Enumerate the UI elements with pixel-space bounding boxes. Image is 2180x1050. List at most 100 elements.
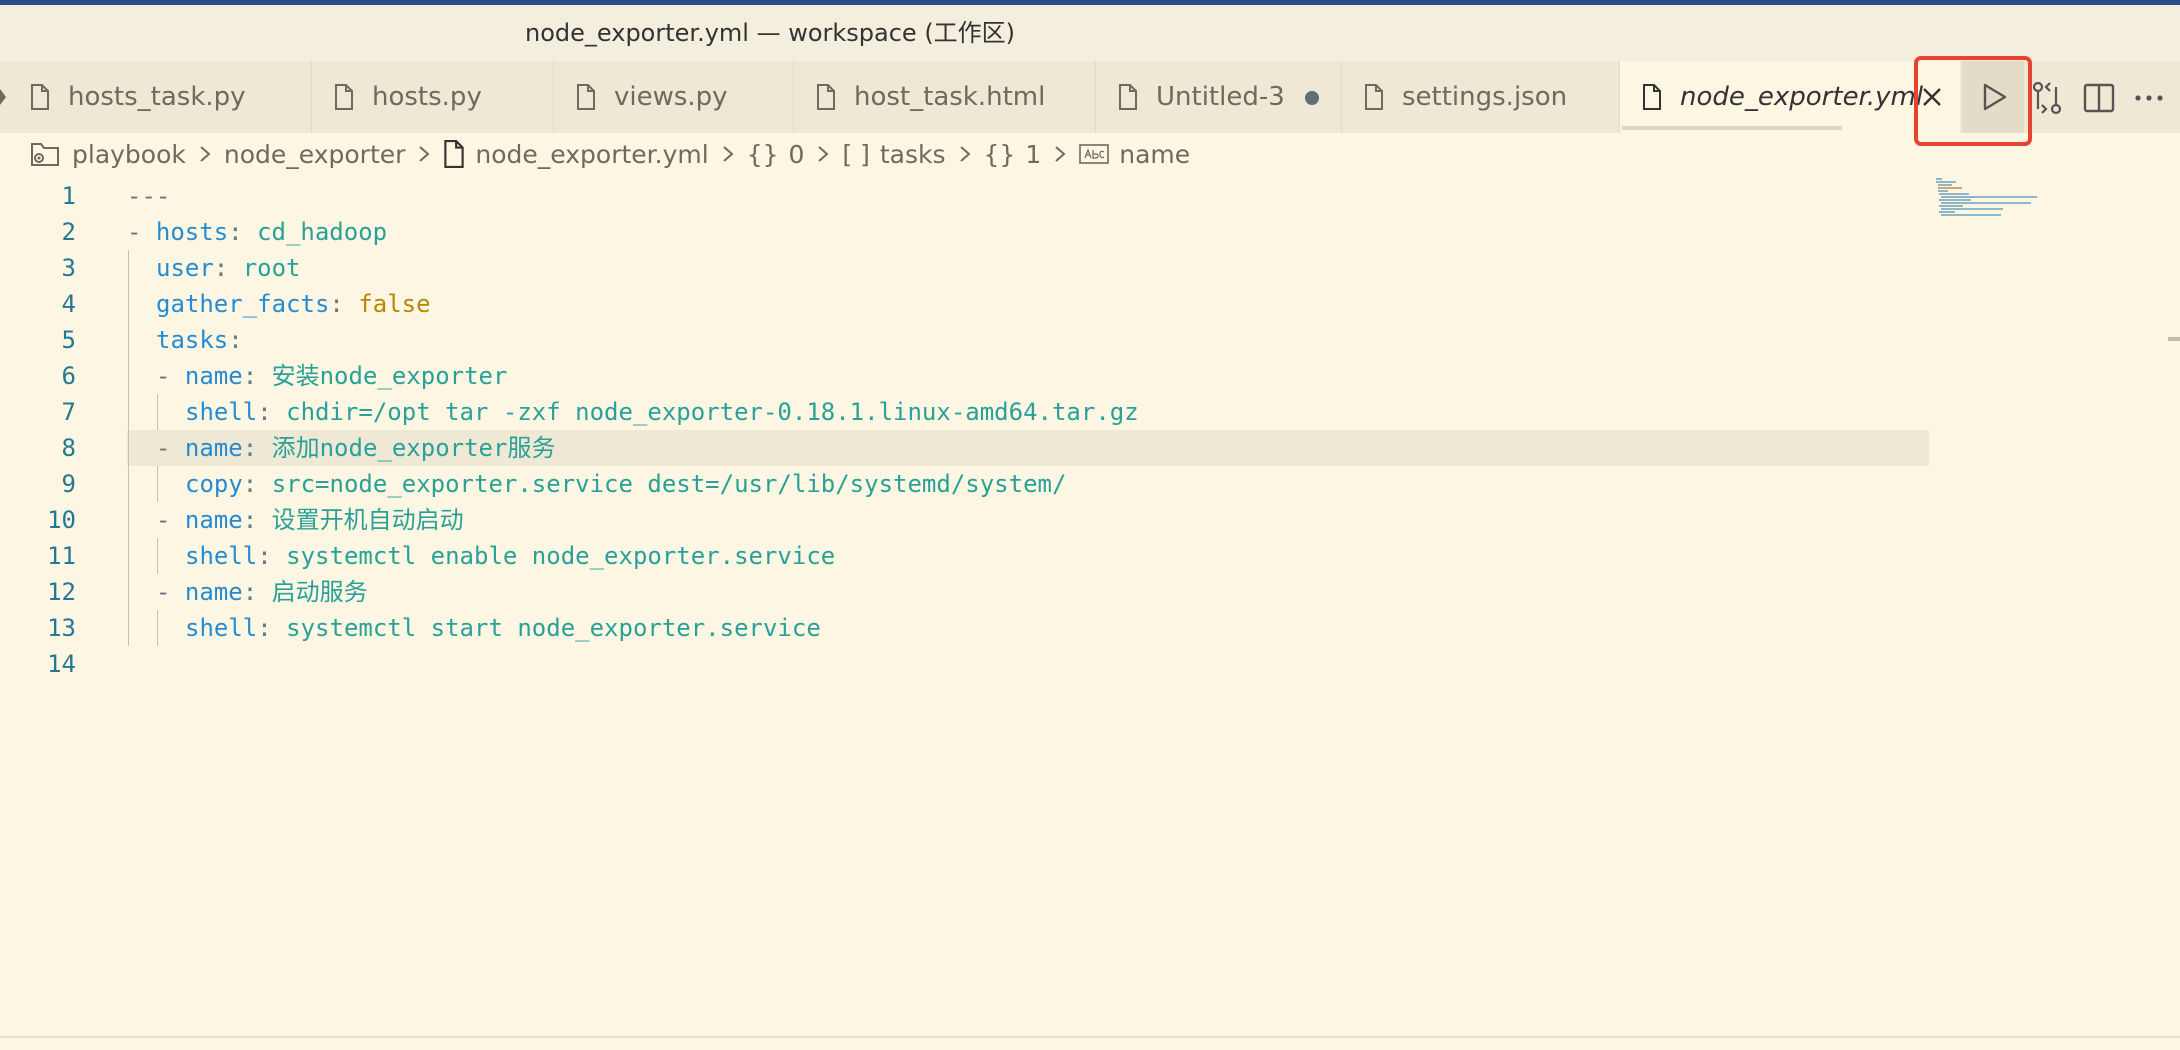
breadcrumb-item-object-0[interactable]: {} 0	[747, 140, 805, 169]
minimap-line	[1939, 193, 1969, 195]
breadcrumb-label: 0	[788, 139, 805, 169]
file-icon	[31, 84, 49, 110]
breadcrumb-item-name[interactable]: name	[1079, 140, 1190, 169]
active-tab-scroll-indicator	[1622, 126, 1842, 130]
split-editor-icon[interactable]	[2080, 79, 2118, 117]
chevron-right-icon	[419, 146, 430, 162]
chevron-right-icon	[723, 146, 734, 162]
file-icon	[335, 84, 353, 110]
file-icon	[444, 140, 465, 168]
minimap-line	[1936, 181, 1956, 183]
code-line: 6 - name: 安装node_exporter	[0, 358, 1930, 394]
minimap-line	[1941, 208, 2003, 210]
code-text: - name: 添加node_exporter服务	[156, 434, 556, 462]
tab-scroll-edge	[0, 61, 6, 133]
breadcrumb-file-label: node_exporter.yml	[475, 139, 709, 169]
tab-views-py[interactable]: views.py	[554, 61, 794, 133]
minimap-line	[1936, 178, 1942, 180]
line-number: 5	[61, 326, 76, 354]
tab-label: host_task.html	[854, 82, 1046, 112]
bottom-divider	[0, 1036, 2180, 1038]
code-text: shell: systemctl enable node_exporter.se…	[185, 542, 836, 570]
code-text: - name: 设置开机自动启动	[156, 506, 464, 534]
code-line-current: 8 - name: 添加node_exporter服务	[0, 430, 1930, 466]
line-number: 3	[61, 254, 76, 282]
unsaved-dot-icon	[1305, 91, 1319, 105]
code-editor[interactable]: 1 --- 2 - hosts: cd_hadoop 3 user: root …	[0, 178, 2180, 1038]
chevron-right-icon	[818, 146, 829, 162]
minimap-line	[1941, 214, 2001, 216]
line-number: 2	[61, 218, 76, 246]
file-icon	[1365, 84, 1383, 110]
more-actions-icon[interactable]	[2130, 79, 2168, 117]
tab-untitled-3[interactable]: Untitled-3	[1096, 61, 1342, 133]
object-icon: {}	[746, 139, 779, 169]
code-line: 14	[0, 646, 1930, 682]
code-text: - name: 启动服务	[156, 578, 368, 606]
breadcrumb-label: 1	[1025, 139, 1042, 169]
code-line: 13 shell: systemctl start node_exporter.…	[0, 610, 1930, 646]
tab-node-exporter-yml[interactable]: node_exporter.yml	[1620, 61, 1960, 133]
title-bar: node_exporter.yml — workspace (工作区)	[0, 5, 2180, 61]
breadcrumb-item-node-exporter[interactable]: node_exporter	[224, 140, 406, 169]
indent-guide	[157, 466, 158, 502]
minimap-line	[1939, 205, 1963, 207]
breadcrumb-label: tasks	[879, 139, 946, 169]
code-line: 7 shell: chdir=/opt tar -zxf node_export…	[0, 394, 1930, 430]
file-icon	[1643, 84, 1661, 110]
line-number: 6	[61, 362, 76, 390]
scrollbar-position-marker[interactable]	[2168, 337, 2180, 341]
code-line: 9 copy: src=node_exporter.service dest=/…	[0, 466, 1930, 502]
file-icon	[817, 84, 835, 110]
breadcrumb-item-playbook[interactable]: playbook	[72, 140, 186, 169]
code-line: 3 user: root	[0, 250, 1930, 286]
tab-label: hosts_task.py	[68, 82, 246, 112]
code-text: gather_facts: false	[156, 290, 431, 318]
indent-guide	[157, 610, 158, 646]
object-icon: {}	[983, 139, 1016, 169]
array-icon: [ ]	[842, 139, 870, 169]
breadcrumb-item-tasks[interactable]: [ ] tasks	[842, 140, 945, 169]
minimap[interactable]	[1930, 178, 2170, 238]
code-line: 10 - name: 设置开机自动启动	[0, 502, 1930, 538]
code-line: 12 - name: 启动服务	[0, 574, 1930, 610]
tab-label: hosts.py	[372, 82, 482, 112]
tab-settings-json[interactable]: settings.json	[1342, 61, 1620, 133]
string-icon	[1079, 144, 1110, 164]
line-number: 10	[47, 506, 76, 534]
tab-label: settings.json	[1402, 82, 1568, 112]
tab-hosts-py[interactable]: hosts.py	[312, 61, 554, 133]
indent-guide	[157, 394, 158, 430]
line-number: 1	[61, 182, 76, 210]
code-text: ---	[127, 182, 171, 210]
line-number: 7	[61, 398, 76, 426]
tab-host-task-html[interactable]: host_task.html	[794, 61, 1096, 133]
indent-guide	[128, 250, 129, 646]
tab-label: Untitled-3	[1156, 82, 1285, 112]
file-icon	[577, 84, 595, 110]
code-text: user: root	[156, 254, 301, 282]
line-number: 8	[61, 434, 76, 462]
tab-bar: hosts_task.py hosts.py views.py host_tas…	[0, 61, 2180, 133]
code-text: copy: src=node_exporter.service dest=/us…	[185, 470, 1067, 498]
minimap-line	[1941, 202, 2031, 204]
minimap-line	[1938, 187, 1962, 189]
breadcrumb-item-file[interactable]: node_exporter.yml	[443, 139, 709, 169]
code-line: 5 tasks:	[0, 322, 1930, 358]
breadcrumb-item-object-1[interactable]: {} 1	[984, 140, 1042, 169]
tab-hosts-task-py[interactable]: hosts_task.py	[8, 61, 312, 133]
indent-guide	[157, 538, 158, 574]
chevron-right-icon	[200, 146, 211, 162]
folder-icon	[31, 143, 59, 166]
line-number: 9	[61, 470, 76, 498]
file-icon	[1119, 84, 1137, 110]
minimap-line	[1939, 211, 1955, 213]
tab-label: views.py	[614, 82, 728, 112]
open-changes-icon[interactable]	[2028, 79, 2066, 117]
minimap-line	[1938, 184, 1952, 186]
code-text: - name: 安装node_exporter	[156, 362, 508, 390]
code-line: 4 gather_facts: false	[0, 286, 1930, 322]
line-number: 13	[47, 614, 76, 642]
code-line: 1 ---	[0, 178, 1930, 214]
chevron-right-icon	[959, 146, 971, 162]
